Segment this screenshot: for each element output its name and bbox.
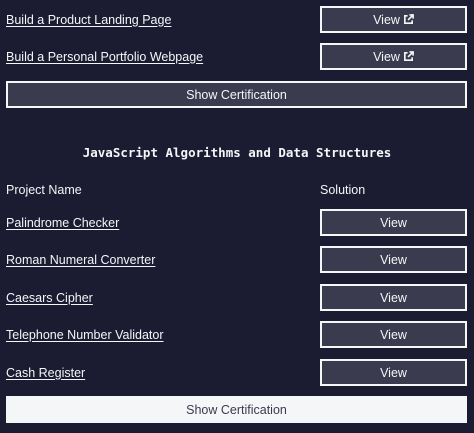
project-row: Build a Personal Portfolio Webpage View (6, 43, 467, 70)
section-title: JavaScript Algorithms and Data Structure… (82, 145, 392, 160)
view-solution-button[interactable]: View (320, 284, 467, 311)
view-solution-button[interactable]: View (320, 321, 467, 348)
table-header: Project Name Solution (6, 183, 467, 197)
project-row: Telephone Number Validator View (6, 321, 467, 348)
project-link-cash-register[interactable]: Cash Register (6, 366, 85, 380)
view-solution-button[interactable]: View (320, 6, 467, 33)
certification-page: Build a Product Landing Page View Build … (0, 0, 474, 433)
project-link-caesars-cipher[interactable]: Caesars Cipher (6, 291, 93, 305)
view-solution-button[interactable]: View (320, 359, 467, 386)
project-row: Build a Product Landing Page View (6, 6, 467, 33)
project-row: Cash Register View (6, 359, 467, 386)
project-link-roman-numeral-converter[interactable]: Roman Numeral Converter (6, 253, 155, 267)
project-link-product-landing-page[interactable]: Build a Product Landing Page (6, 13, 171, 27)
column-solution: Solution (320, 183, 366, 197)
view-solution-button[interactable]: View (320, 246, 467, 273)
show-certification-button[interactable]: Show Certification (6, 81, 467, 108)
project-row: Caesars Cipher View (6, 284, 467, 311)
view-solution-button[interactable]: View (320, 209, 467, 236)
view-label: View (373, 12, 400, 27)
project-link-telephone-number-validator[interactable]: Telephone Number Validator (6, 328, 164, 342)
column-project-name: Project Name (6, 183, 82, 197)
view-label: View (373, 49, 400, 64)
project-link-palindrome-checker[interactable]: Palindrome Checker (6, 216, 119, 230)
project-row: Palindrome Checker View (6, 209, 467, 236)
view-solution-button[interactable]: View (320, 43, 467, 70)
external-link-icon (403, 51, 414, 62)
project-row: Roman Numeral Converter View (6, 246, 467, 273)
project-link-personal-portfolio[interactable]: Build a Personal Portfolio Webpage (6, 50, 203, 64)
external-link-icon (403, 14, 414, 25)
show-certification-button[interactable]: Show Certification (6, 396, 467, 423)
